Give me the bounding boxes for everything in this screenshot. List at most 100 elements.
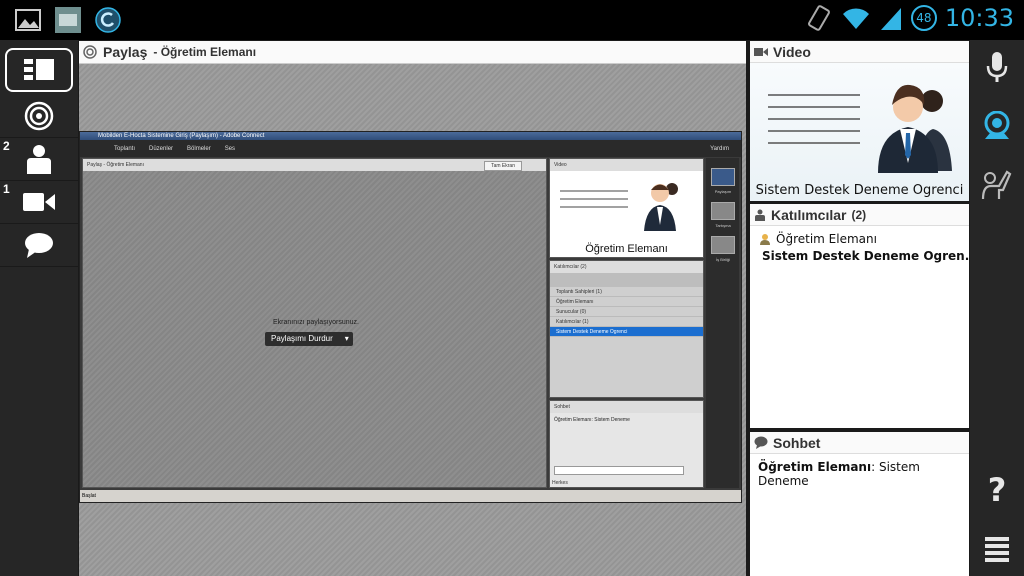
shared-attendee-row: Öğretim Elemanı <box>550 297 703 307</box>
shared-group-row: Katılımcılar (1) <box>550 317 703 327</box>
chat-pod-button[interactable] <box>0 223 78 267</box>
share-pod-button[interactable] <box>0 94 78 138</box>
shared-attendees-toolbar <box>550 273 703 287</box>
shared-chat-tab: Herkes <box>552 480 568 486</box>
person-icon <box>27 144 51 174</box>
shared-avatar-icon <box>560 183 678 231</box>
microphone-icon <box>986 52 1008 82</box>
shared-layout-thumb <box>711 236 735 254</box>
video-feed[interactable]: Sistem Destek Deneme Ogrenci <box>750 63 969 201</box>
menu-button[interactable] <box>970 522 1024 574</box>
chat-pod: Sohbet Öğretim Elemanı: Sistem Deneme <box>750 432 969 576</box>
shared-attendees-head: Katılımcılar (2) <box>550 261 703 273</box>
attendee-name: Sistem Destek Deneme Ogren... <box>762 248 969 263</box>
video-badge: 1 <box>3 182 10 196</box>
app-root: 48 10:33 2 1 Paylaş - Öğretim Elemanı Mo… <box>0 0 1024 576</box>
microphone-button[interactable] <box>970 42 1024 94</box>
help-icon: ? <box>987 471 1007 509</box>
attendees-pod: Katılımcılar (2) Öğretim Elemanı Sistem … <box>750 204 969 428</box>
shared-start-button: Başlat <box>82 493 96 499</box>
raise-hand-icon <box>981 170 1012 200</box>
attendees-pod-header: Katılımcılar (2) <box>750 204 969 226</box>
android-status-bar: 48 10:33 <box>0 0 1024 40</box>
shared-layout-label: Paylaşım <box>714 189 732 194</box>
attendees-pod-button[interactable]: 2 <box>0 137 78 181</box>
attendee-row[interactable]: Öğretim Elemanı <box>750 230 969 247</box>
shared-share-head: Paylaş - Öğretim Elemanı Tam Ekran <box>83 159 546 171</box>
shared-share-title: Paylaş - Öğretim Elemanı <box>87 162 144 168</box>
chat-bubble-icon <box>754 436 768 449</box>
shared-menu-item: Ses <box>224 145 236 152</box>
shared-menu-bar: Toplantı Düzenler Bölmeler Ses Yardım <box>80 140 741 157</box>
help-button[interactable]: ? <box>970 464 1024 516</box>
video-participant-name: Sistem Destek Deneme Ogrenci <box>755 183 964 198</box>
left-nav-rail: 2 1 <box>0 40 78 576</box>
video-pod-button[interactable]: 1 <box>0 180 78 224</box>
shared-group-row: Toplantı Sahipleri (1) <box>550 287 703 297</box>
share-target-icon <box>83 45 97 59</box>
share-pod-title: Paylaş <box>103 44 148 60</box>
signal-icon <box>880 8 901 30</box>
gallery-icon <box>15 9 41 31</box>
shared-menu-item: Bölmeler <box>187 145 211 152</box>
shared-chat-message: Öğretim Elemanı: Sistem Deneme <box>554 417 630 423</box>
video-camera-icon <box>754 47 768 56</box>
right-control-rail: ? <box>970 40 1024 576</box>
shared-video-name: Öğretim Elemanı <box>585 243 668 255</box>
battery-indicator: 48 <box>910 5 937 31</box>
attendees-badge: 2 <box>3 139 10 153</box>
attendees-pod-title: Katılımcılar <box>771 206 847 223</box>
refresh-icon <box>95 7 121 33</box>
share-pod: Paylaş - Öğretim Elemanı Mobilden E-Hoct… <box>79 41 746 576</box>
share-pod-header: Paylaş - Öğretim Elemanı <box>79 41 746 64</box>
video-pod: Video Sistem Destek Deneme Ogrenci <box>750 41 969 201</box>
video-pod-title: Video <box>773 43 811 60</box>
webcam-icon <box>984 111 1010 139</box>
raise-hand-button[interactable] <box>970 158 1024 210</box>
shared-menu-item: Düzenler <box>149 145 174 152</box>
shared-fullscreen-button: Tam Ekran <box>484 161 522 171</box>
shared-attendees-pod: Katılımcılar (2) Toplantı Sahipleri (1) … <box>549 260 704 398</box>
shared-chat-input <box>554 466 684 475</box>
attendees-icon <box>755 209 765 221</box>
attendee-name: Öğretim Elemanı <box>776 231 877 246</box>
shared-help: Yardım <box>710 145 729 152</box>
menu-icon <box>985 537 1009 562</box>
layout-button[interactable] <box>5 48 73 92</box>
shared-video-pod: Video Öğretim Elemanı <box>549 158 704 258</box>
chat-pod-header: Sohbet <box>750 432 969 454</box>
shared-stop-dropdown-icon: ▾ <box>344 334 349 343</box>
chat-message: Öğretim Elemanı: Sistem Deneme <box>750 454 969 494</box>
chat-sender: Öğretim Elemanı <box>758 460 872 474</box>
shared-share-pod: Paylaş - Öğretim Elemanı Tam Ekran Ekran… <box>82 158 547 488</box>
attendees-count: (2) <box>851 207 867 222</box>
chat-pod-title: Sohbet <box>773 434 821 451</box>
clock: 10:33 <box>944 4 1014 32</box>
shared-stop-button: Paylaşımı Durdur ▾ <box>265 332 353 346</box>
chat-icon <box>25 232 53 258</box>
shared-window-title: Mobilden E-Hocta Sistemine Giriş (Paylaş… <box>80 132 741 140</box>
host-icon <box>760 233 770 245</box>
shared-group-row: Sunucular (0) <box>550 307 703 317</box>
shared-sharing-text: Ekranınızı paylaşıyorsunuz. <box>273 319 359 326</box>
user-avatar-icon <box>768 84 952 173</box>
app-icon <box>55 7 81 33</box>
shared-menu-item: Toplantı <box>114 145 136 152</box>
shared-taskbar: Başlat <box>80 490 741 502</box>
share-pod-subtitle: - Öğretim Elemanı <box>153 45 257 59</box>
shared-chat-pod: Sohbet Öğretim Elemanı: Sistem Deneme He… <box>549 400 704 488</box>
shared-stop-label: Paylaşımı Durdur <box>271 334 333 343</box>
target-icon <box>24 101 54 130</box>
shared-video-head: Video <box>550 159 703 171</box>
attendee-row[interactable]: Sistem Destek Deneme Ogren... <box>750 247 969 264</box>
rotate-icon <box>807 5 830 31</box>
layout-icon <box>24 59 54 80</box>
webcam-button[interactable] <box>970 100 1024 152</box>
video-pod-header: Video <box>750 41 969 63</box>
shared-screen[interactable]: Mobilden E-Hocta Sistemine Giriş (Paylaş… <box>79 131 742 503</box>
shared-layout-thumb <box>711 202 735 220</box>
shared-layout-label: Tartışma <box>715 223 731 228</box>
camera-icon <box>23 192 55 211</box>
wifi-icon <box>842 8 869 29</box>
shared-layout-thumb <box>711 168 735 186</box>
